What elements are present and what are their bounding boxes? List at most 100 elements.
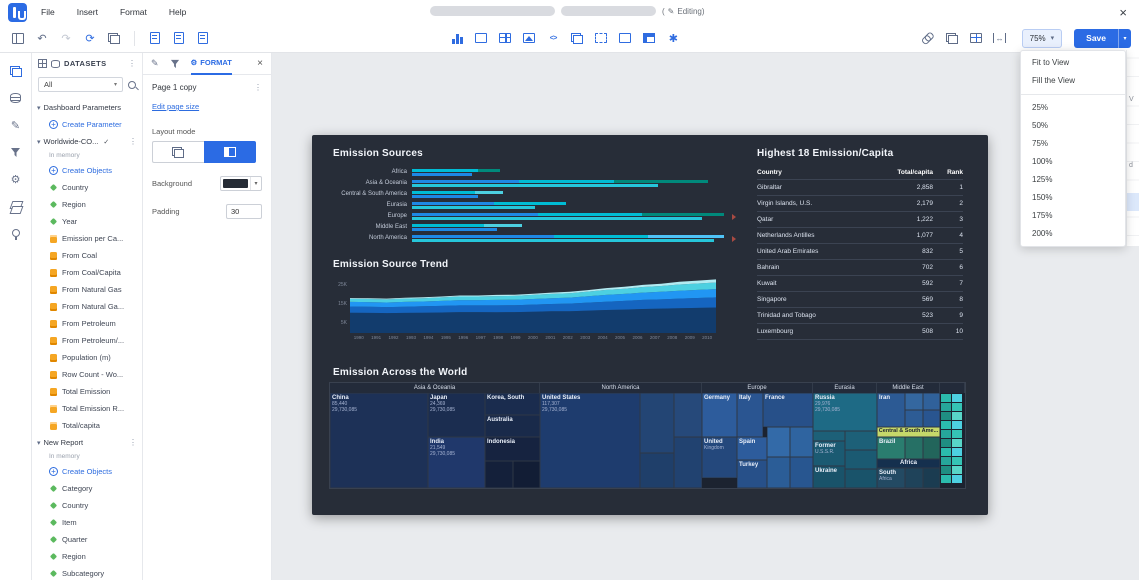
treemap-cell[interactable]	[905, 437, 923, 459]
bar[interactable]	[412, 202, 727, 205]
treemap-cell[interactable]: Turkey	[737, 460, 767, 488]
treemap-cell[interactable]: Central & South Ame...	[877, 427, 940, 437]
table-row[interactable]: Singapore5698	[757, 292, 963, 308]
filter-tab-icon[interactable]	[170, 59, 180, 69]
treemap-cell[interactable]	[767, 457, 790, 488]
bar[interactable]	[412, 180, 727, 183]
bar[interactable]	[412, 213, 727, 216]
treemap-small-cell[interactable]	[941, 421, 951, 429]
treemap-cell[interactable]: FormerU.S.S.R.	[813, 441, 845, 466]
treemap-cell[interactable]: Africa	[877, 459, 940, 468]
insert-pivot-icon[interactable]	[639, 28, 659, 48]
treemap-cell[interactable]	[813, 431, 845, 441]
treemap-cell[interactable]: Iran	[877, 393, 905, 427]
edit-page-size-link[interactable]: Edit page size	[152, 102, 199, 111]
filter-nav-icon[interactable]	[7, 143, 25, 161]
treemap-cell[interactable]	[640, 453, 674, 488]
treemap-cell[interactable]	[905, 393, 923, 410]
treemap-cell[interactable]: Indonesia	[485, 437, 540, 461]
bar[interactable]	[412, 173, 727, 176]
help-nav-icon[interactable]	[7, 224, 25, 242]
treemap-cell[interactable]	[790, 457, 813, 488]
treemap-cell[interactable]	[485, 461, 513, 488]
treemap-cell[interactable]: India21,54929,730,085	[428, 437, 485, 488]
insert-kpi-icon[interactable]	[471, 28, 491, 48]
treemap-small-cell[interactable]	[952, 457, 962, 465]
treemap-small-cell[interactable]	[941, 475, 951, 483]
treemap-small-cell[interactable]	[952, 430, 962, 438]
kebab-icon[interactable]: ⋮	[129, 137, 137, 146]
save-button[interactable]: Save	[1074, 29, 1118, 48]
treemap-cell[interactable]: United States117,30729,730,085	[540, 393, 640, 488]
kebab-icon[interactable]: ⋮	[254, 83, 262, 92]
tree-item[interactable]: Total Emission	[32, 383, 142, 400]
bar[interactable]	[412, 239, 727, 242]
zoom-menu-item[interactable]: Fit to View	[1021, 54, 1125, 72]
treemap-cell[interactable]	[923, 410, 940, 427]
datasets-nav-icon[interactable]	[7, 89, 25, 107]
treemap-small-cell[interactable]	[952, 466, 962, 474]
treemap-cell[interactable]	[640, 393, 674, 453]
treemap-cell[interactable]	[905, 410, 923, 427]
table-row[interactable]: Kuwait5927	[757, 276, 963, 292]
table-row[interactable]: Gibraltar2,8581	[757, 180, 963, 196]
treemap-cell[interactable]	[845, 469, 877, 488]
treemap-small-cell[interactable]	[952, 412, 962, 420]
treemap-cell[interactable]: China85,44029,730,085	[330, 393, 428, 488]
treemap-small-cell[interactable]	[941, 457, 951, 465]
treemap-small-cell[interactable]	[952, 403, 962, 411]
treemap-cell[interactable]	[923, 393, 940, 410]
tree-item[interactable]: +Create Parameter	[32, 116, 142, 133]
treemap-group-header[interactable]	[940, 383, 965, 393]
tree-item[interactable]: Emission per Ca...	[32, 230, 142, 247]
import-sheet-icon[interactable]	[145, 28, 165, 48]
treemap-small-cell[interactable]	[952, 439, 962, 447]
treemap-small-cell[interactable]	[952, 421, 962, 429]
treemap-cell[interactable]	[767, 427, 790, 457]
treemap-cell[interactable]: Spain	[737, 437, 767, 460]
bar[interactable]	[412, 169, 727, 172]
bar[interactable]	[412, 195, 727, 198]
treemap-group-header[interactable]: Middle East	[877, 383, 940, 393]
settings-nav-icon[interactable]: ⚙	[7, 170, 25, 188]
tree-item[interactable]: Category	[32, 480, 142, 497]
fit-width-icon[interactable]: ↔	[990, 28, 1010, 48]
treemap-cell[interactable]: Korea, South	[485, 393, 540, 415]
copy-icon[interactable]	[942, 28, 962, 48]
treemap-small-cell[interactable]	[941, 439, 951, 447]
treemap-cell[interactable]: UnitedKingdom	[702, 437, 737, 478]
treemap-group-header[interactable]: Eurasia	[813, 383, 877, 393]
undo-icon[interactable]: ↶	[32, 28, 52, 48]
insert-chart-icon[interactable]	[447, 28, 467, 48]
table-row[interactable]: United Arab Emirates8325	[757, 244, 963, 260]
menu-file[interactable]: File	[41, 7, 55, 17]
insert-table-icon[interactable]	[495, 28, 515, 48]
tree-item[interactable]: Country	[32, 497, 142, 514]
redo-icon[interactable]: ↷	[56, 28, 76, 48]
treemap-cell[interactable]: Ukraine	[813, 466, 845, 488]
treemap-small-cell[interactable]	[941, 403, 951, 411]
edit-tab-icon[interactable]: ✎	[151, 58, 159, 69]
zoom-menu-item[interactable]: 150%	[1021, 189, 1125, 207]
tree-section[interactable]: ▾Worldwide-CO...✓⋮	[32, 133, 142, 150]
bar[interactable]	[412, 184, 727, 187]
bar[interactable]	[412, 228, 727, 231]
treemap-cell[interactable]: Japan24,36929,730,085	[428, 393, 485, 437]
refresh-icon[interactable]: ⟳	[80, 28, 100, 48]
dataset-filter-select[interactable]: All ▾	[38, 77, 123, 92]
treemap-small-cell[interactable]	[941, 412, 951, 420]
table-row[interactable]: Luxembourg50810	[757, 324, 963, 340]
kebab-icon[interactable]: ⋮	[129, 438, 137, 447]
tree-item[interactable]: Total Emission R...	[32, 400, 142, 417]
layout-free-button[interactable]	[152, 141, 204, 163]
treemap-cell[interactable]	[674, 393, 702, 437]
kebab-icon[interactable]: ⋮	[128, 59, 136, 68]
treemap-cell[interactable]: Italy	[737, 393, 763, 437]
table-row[interactable]: Bahrain7026	[757, 260, 963, 276]
dashboard-page[interactable]: Emission Sources AfricaAsia & OceaniaCen…	[312, 135, 988, 515]
treemap-cell[interactable]	[923, 437, 940, 459]
treemap-group-header[interactable]: Europe	[702, 383, 813, 393]
tree-item[interactable]: From Coal	[32, 247, 142, 264]
treemap-cell[interactable]	[513, 461, 540, 488]
treemap-small-cell[interactable]	[941, 448, 951, 456]
